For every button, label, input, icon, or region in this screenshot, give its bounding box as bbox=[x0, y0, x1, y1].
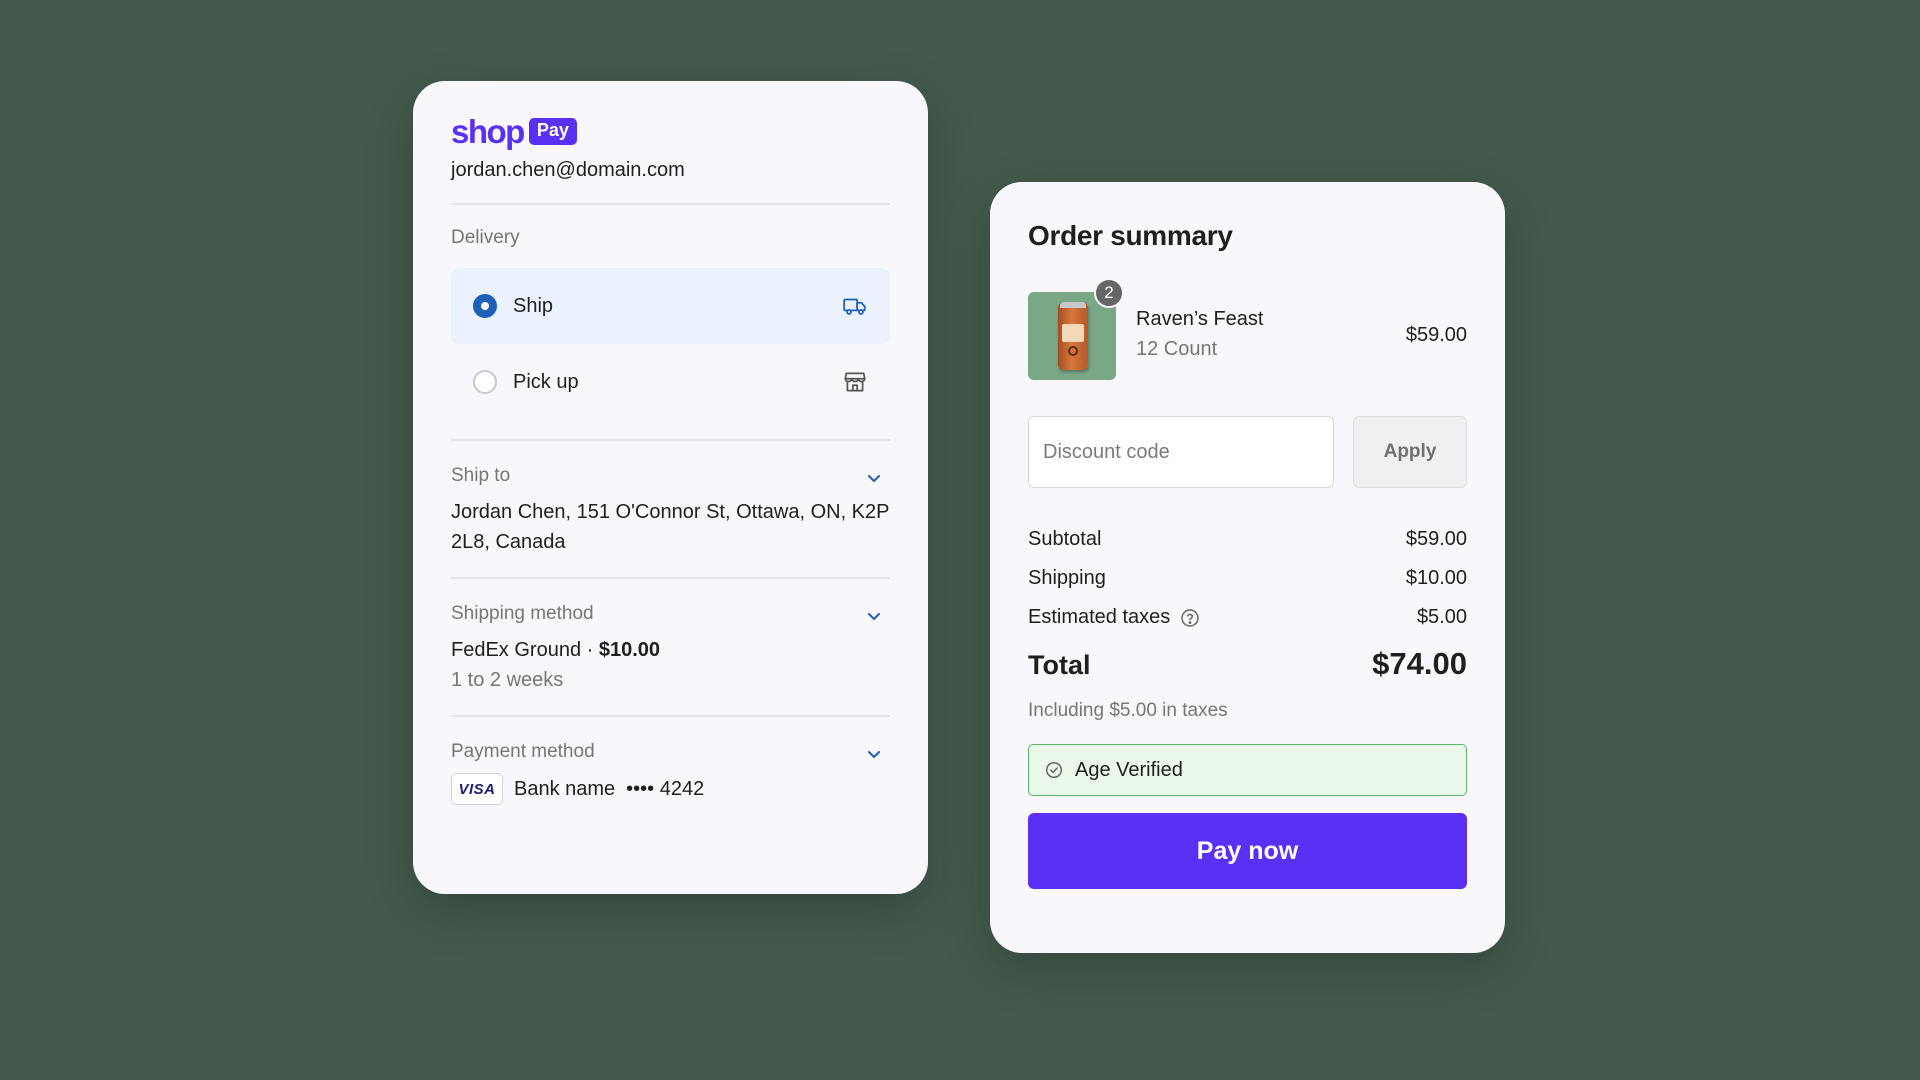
divider bbox=[451, 439, 890, 441]
payment-method-chevron-down-icon[interactable] bbox=[866, 746, 882, 762]
ship-label: Ship bbox=[513, 294, 554, 317]
subtotal-value: $59.00 bbox=[1405, 528, 1467, 550]
ship-radio[interactable] bbox=[473, 294, 497, 318]
shop-pay-logo: shop Pay bbox=[451, 115, 577, 148]
order-summary-card: Order summary 2 Raven’s Feast 12 Count $… bbox=[990, 182, 1505, 953]
shipping-method-name: FedEx Ground · bbox=[451, 639, 599, 661]
subtotal-row: Subtotal $59.00 bbox=[1028, 528, 1467, 551]
discount-code-input[interactable] bbox=[1028, 416, 1334, 488]
age-verified-banner: Age Verified bbox=[1028, 744, 1467, 796]
truck-icon bbox=[843, 298, 866, 315]
checkout-details-card: shop Pay jordan.chen@domain.com Delivery… bbox=[413, 81, 928, 894]
shipping-method-label: Shipping method bbox=[451, 603, 594, 624]
shipping-label: Shipping bbox=[1028, 567, 1106, 589]
delivery-option-ship[interactable]: Ship bbox=[451, 268, 890, 344]
pickup-radio[interactable] bbox=[473, 370, 497, 394]
card-masked-number: •••• 4242 bbox=[626, 777, 705, 800]
ship-to-address: Jordan Chen, 151 O'Connor St, Ottawa, ON… bbox=[451, 501, 890, 553]
apply-discount-button[interactable]: Apply bbox=[1353, 416, 1467, 488]
taxes-label: Estimated taxes bbox=[1028, 606, 1171, 628]
product-variant: 12 Count bbox=[1136, 338, 1218, 360]
help-circle-icon[interactable] bbox=[1180, 608, 1200, 628]
shipping-eta: 1 to 2 weeks bbox=[451, 669, 564, 691]
product-price: $59.00 bbox=[1405, 324, 1467, 346]
visa-card-icon: VISA bbox=[451, 773, 503, 805]
age-verified-text: Age Verified bbox=[1075, 758, 1183, 781]
total-row: Total $74.00 bbox=[1028, 646, 1467, 682]
account-email: jordan.chen@domain.com bbox=[451, 159, 685, 181]
check-circle-icon bbox=[1045, 761, 1063, 779]
shipping-method-chevron-down-icon[interactable] bbox=[866, 608, 882, 624]
delivery-label: Delivery bbox=[451, 227, 520, 248]
divider bbox=[451, 577, 890, 579]
taxes-value: $5.00 bbox=[1416, 606, 1467, 628]
pay-now-button[interactable]: Pay now bbox=[1028, 813, 1467, 889]
shipping-method-price: $10.00 bbox=[598, 639, 661, 661]
shipping-row: Shipping $10.00 bbox=[1028, 567, 1467, 590]
total-value: $74.00 bbox=[1372, 646, 1467, 681]
tax-note: Including $5.00 in taxes bbox=[1028, 700, 1228, 721]
divider bbox=[451, 203, 890, 205]
ship-to-chevron-down-icon[interactable] bbox=[866, 470, 882, 486]
ship-to-label: Ship to bbox=[451, 465, 511, 486]
delivery-option-pickup[interactable]: Pick up bbox=[451, 344, 890, 420]
store-icon bbox=[844, 372, 866, 392]
bank-name: Bank name bbox=[514, 777, 616, 800]
shipping-value: $10.00 bbox=[1405, 567, 1467, 589]
pickup-label: Pick up bbox=[513, 370, 579, 393]
order-summary-title: Order summary bbox=[1028, 220, 1233, 251]
taxes-row: Estimated taxes $5.00 bbox=[1028, 606, 1467, 629]
pay-badge: Pay bbox=[528, 118, 577, 145]
divider bbox=[451, 715, 890, 717]
shop-wordmark: shop bbox=[451, 113, 525, 150]
subtotal-label: Subtotal bbox=[1028, 528, 1102, 550]
quantity-badge: 2 bbox=[1094, 278, 1124, 308]
beer-can-image bbox=[1058, 302, 1088, 370]
payment-method-label: Payment method bbox=[451, 741, 595, 762]
total-label: Total bbox=[1028, 650, 1091, 680]
shipping-method-line: FedEx Ground · $10.00 bbox=[451, 635, 890, 665]
payment-method-row: VISA Bank name •••• 4242 bbox=[451, 773, 704, 805]
product-name: Raven’s Feast bbox=[1136, 308, 1264, 330]
